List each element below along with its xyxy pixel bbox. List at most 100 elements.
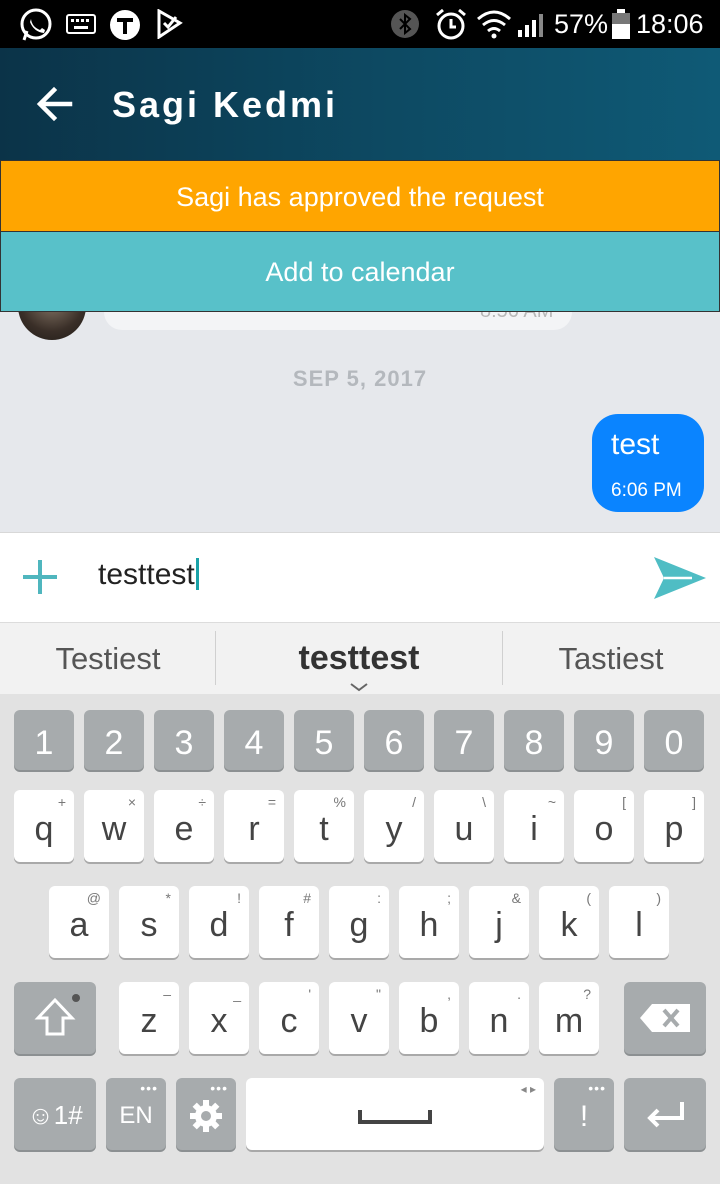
- more-dots-icon: •••: [210, 1080, 228, 1096]
- avatar[interactable]: [18, 312, 86, 340]
- number-3-key[interactable]: 3: [154, 710, 214, 770]
- number-5-key[interactable]: 5: [294, 710, 354, 770]
- key-label: o: [594, 810, 614, 848]
- letter-v-key[interactable]: " v: [329, 982, 389, 1054]
- letter-q-key[interactable]: + q: [14, 790, 74, 862]
- key-label: z: [140, 1002, 158, 1040]
- key-hint: ;: [447, 890, 451, 906]
- key-hint: +: [57, 794, 66, 810]
- key-hint: ~: [547, 794, 556, 810]
- letter-w-key[interactable]: × w: [84, 790, 144, 862]
- key-hint: %: [333, 794, 346, 810]
- space-key[interactable]: ◂ ▸: [246, 1078, 544, 1150]
- chevron-down-icon[interactable]: [348, 681, 370, 693]
- letter-e-key[interactable]: ÷ e: [154, 790, 214, 862]
- letter-z-key[interactable]: – z: [119, 982, 179, 1054]
- message-input-value: testtest: [98, 558, 195, 591]
- app-t-icon: [110, 10, 140, 40]
- number-8-key[interactable]: 8: [504, 710, 564, 770]
- key-hint: &: [511, 890, 521, 906]
- letter-t-key[interactable]: % t: [294, 790, 354, 862]
- key-label: v: [350, 1002, 368, 1040]
- key-label: e: [174, 810, 194, 848]
- letter-k-key[interactable]: (k: [539, 886, 599, 958]
- key-hint: (: [586, 890, 591, 906]
- key-label: l: [635, 906, 643, 944]
- shift-key[interactable]: [14, 982, 96, 1054]
- letter-u-key[interactable]: \ u: [434, 790, 494, 862]
- symbols-key[interactable]: ☺1#: [14, 1078, 96, 1150]
- key-label: a: [69, 906, 89, 944]
- letter-c-key[interactable]: ' c: [259, 982, 319, 1054]
- key-label: s: [140, 906, 158, 944]
- key-label: 9: [594, 724, 614, 762]
- key-label: 6: [384, 724, 404, 762]
- exclamation-key[interactable]: ••• !: [554, 1078, 614, 1150]
- key-label: h: [419, 906, 439, 944]
- backspace-key[interactable]: [624, 982, 706, 1054]
- wifi-icon: [477, 10, 511, 39]
- number-2-key[interactable]: 2: [84, 710, 144, 770]
- key-hint: !: [237, 890, 241, 906]
- letter-j-key[interactable]: & j: [469, 886, 529, 958]
- key-label: 2: [104, 724, 124, 762]
- shift-arrow-icon: [34, 994, 80, 1036]
- language-key-label: EN: [119, 1102, 153, 1129]
- letter-n-key[interactable]: .n: [469, 982, 529, 1054]
- key-label: 5: [314, 724, 334, 762]
- space-bar-icon: [358, 1110, 432, 1124]
- language-key[interactable]: ••• EN: [106, 1078, 166, 1150]
- letter-b-key[interactable]: ,b: [399, 982, 459, 1054]
- letter-l-key[interactable]: ) l: [609, 886, 669, 958]
- key-hint: \: [482, 794, 486, 810]
- suggestion-left[interactable]: Testiest: [0, 641, 216, 677]
- date-separator: SEP 5, 2017: [292, 366, 428, 391]
- number-6-key[interactable]: 6: [364, 710, 424, 770]
- letter-f-key[interactable]: # f: [259, 886, 319, 958]
- letter-a-key[interactable]: @ a: [49, 886, 109, 958]
- key-label: y: [385, 810, 403, 848]
- key-label: f: [284, 906, 294, 944]
- letter-h-key[interactable]: ; h: [399, 886, 459, 958]
- letter-x-key[interactable]: _ x: [189, 982, 249, 1054]
- letter-s-key[interactable]: * s: [119, 886, 179, 958]
- exclamation-key-label: !: [579, 1100, 589, 1133]
- signal-icon: [518, 14, 543, 37]
- key-label: g: [349, 906, 369, 944]
- letter-r-key[interactable]: = r: [224, 790, 284, 862]
- number-7-key[interactable]: 7: [434, 710, 494, 770]
- arrow-left-icon[interactable]: [30, 78, 82, 130]
- plus-icon[interactable]: [20, 557, 60, 597]
- key-label: d: [209, 906, 229, 944]
- key-label: j: [495, 906, 503, 944]
- message-input[interactable]: testtest: [98, 558, 199, 592]
- sent-message-bubble[interactable]: test 6:06 PM: [592, 414, 704, 512]
- key-label: i: [530, 810, 538, 848]
- number-9-key[interactable]: 9: [574, 710, 634, 770]
- letter-g-key[interactable]: :g: [329, 886, 389, 958]
- letter-y-key[interactable]: / y: [364, 790, 424, 862]
- enter-key[interactable]: [624, 1078, 706, 1150]
- letter-d-key[interactable]: ! d: [189, 886, 249, 958]
- letter-m-key[interactable]: ? m: [539, 982, 599, 1054]
- letter-o-key[interactable]: [o: [574, 790, 634, 862]
- key-label: q: [34, 810, 54, 848]
- letter-p-key[interactable]: ] p: [644, 790, 704, 862]
- suggestion-right[interactable]: Tastiest: [502, 641, 720, 677]
- message-list[interactable]: 8:56 AM SEP 5, 2017 test 6:06 PM: [0, 312, 720, 532]
- number-4-key[interactable]: 4: [224, 710, 284, 770]
- number-1-key[interactable]: 1: [14, 710, 74, 770]
- bluetooth-icon: [391, 10, 419, 38]
- suggestion-center[interactable]: testtest: [216, 639, 502, 678]
- number-0-key[interactable]: 0: [644, 710, 704, 770]
- key-hint: =: [267, 794, 276, 810]
- letter-i-key[interactable]: ~ i: [504, 790, 564, 862]
- add-to-calendar-button[interactable]: Add to calendar: [0, 232, 720, 312]
- space-arrows: ◂ ▸: [520, 1082, 536, 1096]
- backspace-icon: [640, 1004, 690, 1032]
- send-icon[interactable]: [652, 553, 708, 603]
- key-hint: .: [517, 986, 521, 1002]
- settings-key[interactable]: •••: [176, 1078, 236, 1150]
- chat-header: Sagi Kedmi: [0, 48, 720, 160]
- key-hint: ,: [447, 986, 451, 1002]
